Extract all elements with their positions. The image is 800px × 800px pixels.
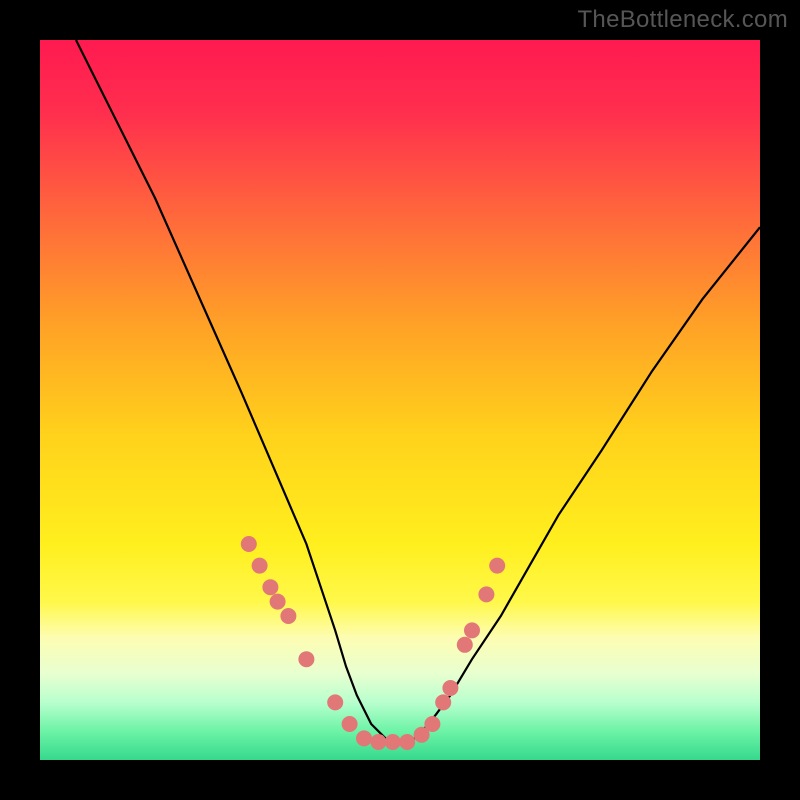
marker-dot (298, 651, 314, 667)
marker-dot (489, 558, 505, 574)
marker-dot (457, 637, 473, 653)
marker-dot (464, 622, 480, 638)
marker-dot (435, 694, 451, 710)
marker-dot (342, 716, 358, 732)
marker-dot (424, 716, 440, 732)
marker-dot (356, 730, 372, 746)
marker-dot (385, 734, 401, 750)
marker-dot (478, 586, 494, 602)
chart-plot-area (40, 40, 760, 760)
marker-dot (399, 734, 415, 750)
gradient-background (40, 40, 760, 760)
marker-dot (370, 734, 386, 750)
chart-frame: TheBottleneck.com (0, 0, 800, 800)
watermark-text: TheBottleneck.com (577, 6, 788, 34)
marker-dot (280, 608, 296, 624)
marker-dot (262, 579, 278, 595)
marker-dot (241, 536, 257, 552)
marker-dot (252, 558, 268, 574)
marker-dot (270, 594, 286, 610)
chart-svg (40, 40, 760, 760)
marker-dot (327, 694, 343, 710)
marker-dot (442, 680, 458, 696)
